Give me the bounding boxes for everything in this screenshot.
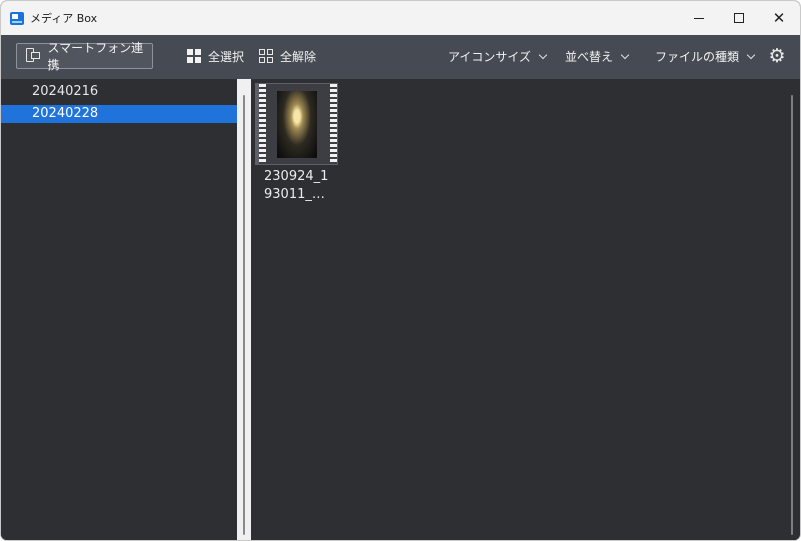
chevron-down-icon xyxy=(620,50,630,59)
chevron-down-icon xyxy=(538,50,548,59)
folder-item[interactable]: 20240216 xyxy=(1,83,237,101)
sort-label: 並べ替え xyxy=(565,49,614,64)
phone-link-label: スマートフォン連携 xyxy=(47,41,144,72)
app-logo-icon xyxy=(10,12,24,25)
deselect-all-button[interactable]: 全解除 xyxy=(259,47,316,65)
phone-link-icon xyxy=(26,48,42,64)
select-all-icon xyxy=(187,49,201,63)
deselect-all-label: 全解除 xyxy=(280,49,317,64)
file-name-line2: 93011_… xyxy=(264,187,325,202)
left-scrollbar[interactable] xyxy=(243,95,245,535)
file-thumbnail[interactable] xyxy=(255,83,338,165)
maximize-icon xyxy=(734,13,744,23)
maximize-button[interactable] xyxy=(719,1,759,35)
settings-gear-icon[interactable]: ⚙ xyxy=(767,46,787,66)
file-name-line1: 230924_1 xyxy=(264,169,329,184)
select-all-button[interactable]: 全選択 xyxy=(187,47,244,65)
video-file-icon xyxy=(259,84,337,164)
minimize-button[interactable] xyxy=(679,1,719,35)
title-bar[interactable]: メディア Box ✕ xyxy=(1,1,800,35)
close-icon: ✕ xyxy=(772,8,786,27)
file-type-dropdown[interactable]: ファイルの種類 xyxy=(655,47,756,65)
app-window: メディア Box ✕ スマートフォン連携 全選択 全解除 アイコンサイズ 並べ替… xyxy=(0,0,801,541)
toolbar: スマートフォン連携 全選択 全解除 アイコンサイズ 並べ替え ファイルの種類 ⚙ xyxy=(1,35,800,79)
right-scrollbar[interactable] xyxy=(791,95,793,535)
file-name[interactable]: 230924_1 93011_… xyxy=(264,168,340,204)
minimize-icon xyxy=(694,17,704,19)
icon-size-dropdown[interactable]: アイコンサイズ xyxy=(448,47,548,65)
chevron-down-icon xyxy=(746,50,756,59)
sort-dropdown[interactable]: 並べ替え xyxy=(565,47,630,65)
file-type-label: ファイルの種類 xyxy=(655,49,740,64)
window-title: メディア Box xyxy=(30,12,98,25)
folder-list: 20240216 20240228 xyxy=(1,79,237,540)
video-preview-image xyxy=(277,91,317,158)
folder-item-selected[interactable]: 20240228 xyxy=(1,105,237,123)
phone-link-button[interactable]: スマートフォン連携 xyxy=(16,41,153,72)
pane-splitter[interactable] xyxy=(237,79,251,540)
file-grid: 230924_1 93011_… xyxy=(251,79,800,540)
select-all-label: 全選択 xyxy=(208,49,245,64)
icon-size-label: アイコンサイズ xyxy=(448,49,532,64)
deselect-all-icon xyxy=(259,49,273,63)
close-button[interactable]: ✕ xyxy=(759,1,799,35)
